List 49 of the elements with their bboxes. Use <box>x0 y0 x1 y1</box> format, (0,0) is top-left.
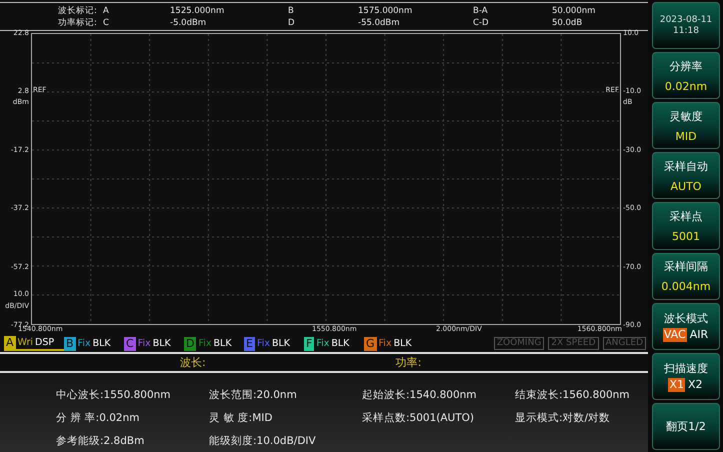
info-text: 波长范围:20.0nm <box>209 388 298 403</box>
marker-label: 波长标记: <box>58 4 98 16</box>
info-text: 能级刻度:10.0dB/DIV <box>209 434 317 449</box>
info-text: 灵 敏 度:MID <box>209 411 274 426</box>
info-text: 显示模式:对数/对数 <box>515 411 612 426</box>
marker-value: 1575.000nm <box>358 4 414 16</box>
marker-value: -55.0dBm <box>358 16 400 28</box>
option-label: X1 <box>668 378 685 392</box>
trace-tab[interactable]: F Fix BLK <box>304 336 364 351</box>
marker-value: -5.0dBm <box>170 16 208 28</box>
marker-value: 1525.000nm <box>170 4 226 16</box>
marker-value: A <box>103 4 110 16</box>
softkey-button[interactable]: 采样点 5001 <box>652 202 720 250</box>
marker-value: C-D <box>473 16 490 28</box>
marker-value: B <box>288 4 295 16</box>
marker-value: C <box>103 16 110 28</box>
info-text: 中心波长:1550.800nm <box>56 388 172 403</box>
trace-tab[interactable]: G Fix BLK <box>364 336 424 351</box>
status-indicator: 2X SPEED <box>548 337 598 350</box>
softkey-button[interactable]: 扫描速度 X1 X2 <box>652 352 720 400</box>
trace-tab[interactable]: B Fix BLK <box>64 336 124 351</box>
clock-display: 2023-08-11 11:18 <box>652 2 720 50</box>
softkey-button[interactable]: 翻页1/2 <box>652 402 720 450</box>
marker-value: 50.000nm <box>552 4 596 16</box>
softkey-button[interactable]: 采样间隔 0.004nm <box>652 252 720 300</box>
marker-label: 功率标记: <box>58 16 98 28</box>
info-text: 起始波长:1540.800nm <box>362 388 478 403</box>
softkey-button[interactable]: 灵敏度 MID <box>652 102 720 150</box>
softkey-button[interactable]: 采样自动 AUTO <box>652 152 720 200</box>
info-text: 采样点数:5001(AUTO) <box>362 411 475 426</box>
marker-value: 50.0dB <box>552 16 584 28</box>
readout-label: 功率: <box>396 355 422 370</box>
trace-tab[interactable]: D Fix BLK <box>184 336 244 351</box>
option-label: VAC <box>662 328 687 342</box>
info-text: 结束波长:1560.800nm <box>515 388 631 403</box>
trace-tab[interactable]: A Wri DSP <box>4 336 64 351</box>
option-label: X2 <box>687 378 704 392</box>
softkey-button[interactable]: 分辨率 0.02nm <box>652 52 720 100</box>
status-indicator: ANGLED <box>602 337 646 350</box>
info-text: 分 辨 率:0.02nm <box>56 411 140 426</box>
marker-value: B-A <box>473 4 489 16</box>
info-text: 参考能级:2.8dBm <box>56 434 146 449</box>
status-indicator: ZOOMING <box>494 337 544 350</box>
marker-value: D <box>288 16 296 28</box>
readout-label: 波长: <box>180 355 206 370</box>
trace-tab[interactable]: E Fix BLK <box>244 336 304 351</box>
softkey-button[interactable]: 波长模式 VAC AIR <box>652 302 720 350</box>
option-label: AIR <box>688 328 710 342</box>
trace-tab[interactable]: C Fix BLK <box>124 336 184 351</box>
